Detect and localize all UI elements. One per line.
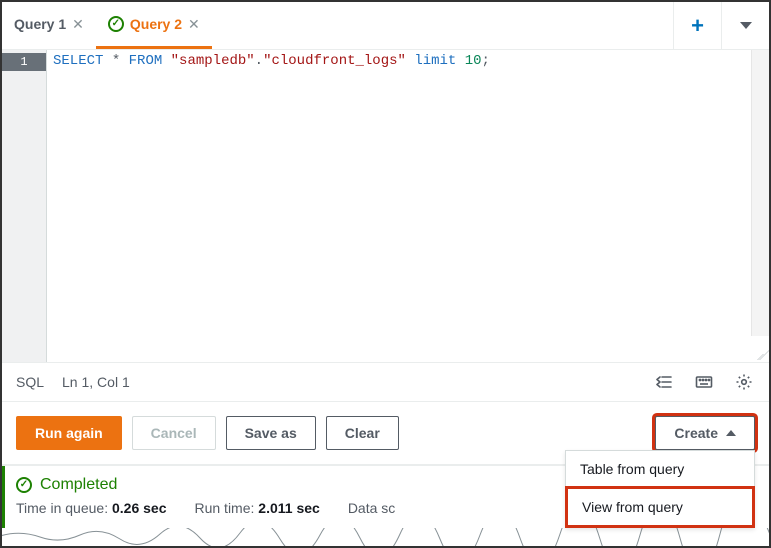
status-text: Completed: [40, 476, 117, 494]
menu-item-table-from-query[interactable]: Table from query: [566, 451, 754, 487]
close-icon[interactable]: ✕: [72, 16, 84, 33]
create-label: Create: [674, 425, 718, 441]
tab-bar: Query 1 ✕ Query 2 ✕ +: [2, 2, 769, 50]
sql-keyword: limit: [414, 53, 456, 69]
torn-edge: [0, 528, 771, 548]
sql-string: "sampledb": [171, 53, 255, 69]
sql-string: "cloudfront_logs": [263, 53, 406, 69]
tab-label: Query 2: [130, 16, 182, 32]
tab-query-1[interactable]: Query 1 ✕: [2, 2, 96, 49]
language-label: SQL: [16, 374, 44, 390]
cancel-button: Cancel: [132, 416, 216, 450]
tab-query-2[interactable]: Query 2 ✕: [96, 2, 212, 49]
tab-menu-button[interactable]: [721, 2, 769, 49]
resize-handle[interactable]: [751, 344, 767, 360]
caret-up-icon: [726, 430, 736, 436]
new-tab-button[interactable]: +: [673, 2, 721, 49]
keyboard-icon[interactable]: [693, 371, 715, 393]
sql-keyword: FROM: [129, 53, 163, 69]
sql-star: *: [112, 53, 120, 69]
tabs-container: Query 1 ✕ Query 2 ✕: [2, 2, 673, 49]
create-button[interactable]: Create: [655, 416, 755, 450]
action-bar: Run again Cancel Save as Clear Create Ta…: [2, 402, 769, 465]
sql-number: 10: [465, 53, 482, 69]
tab-label: Query 1: [14, 16, 66, 32]
tab-actions: +: [673, 2, 769, 49]
menu-item-view-from-query[interactable]: View from query: [568, 489, 752, 525]
app-root: Query 1 ✕ Query 2 ✕ + 1 SELECT * FROM "s…: [0, 0, 771, 548]
stat-data-scanned: Data sc: [348, 500, 395, 516]
close-icon[interactable]: ✕: [188, 16, 200, 33]
create-menu: Table from query View from query: [565, 450, 755, 528]
editor-gutter: 1: [2, 50, 46, 362]
caret-down-icon: [740, 22, 752, 29]
cursor-position: Ln 1, Col 1: [62, 374, 130, 390]
sql-semi: ;: [482, 53, 490, 69]
sql-editor[interactable]: 1 SELECT * FROM "sampledb"."cloudfront_l…: [2, 50, 769, 362]
settings-icon[interactable]: [733, 371, 755, 393]
line-number: 1: [2, 53, 46, 71]
sql-keyword: SELECT: [53, 53, 103, 69]
stat-runtime: Run time: 2.011 sec: [194, 500, 319, 516]
format-icon[interactable]: [653, 371, 675, 393]
vertical-scrollbar[interactable]: [751, 50, 769, 336]
clear-button[interactable]: Clear: [326, 416, 399, 450]
run-button[interactable]: Run again: [16, 416, 122, 450]
editor-status-bar: SQL Ln 1, Col 1: [2, 362, 769, 402]
code-area[interactable]: SELECT * FROM "sampledb"."cloudfront_log…: [47, 50, 769, 362]
sql-dot: .: [255, 53, 263, 69]
plus-icon: +: [691, 13, 704, 39]
success-icon: [16, 477, 32, 493]
success-icon: [108, 16, 124, 32]
stat-queue: Time in queue: 0.26 sec: [16, 500, 166, 516]
save-as-button[interactable]: Save as: [226, 416, 316, 450]
